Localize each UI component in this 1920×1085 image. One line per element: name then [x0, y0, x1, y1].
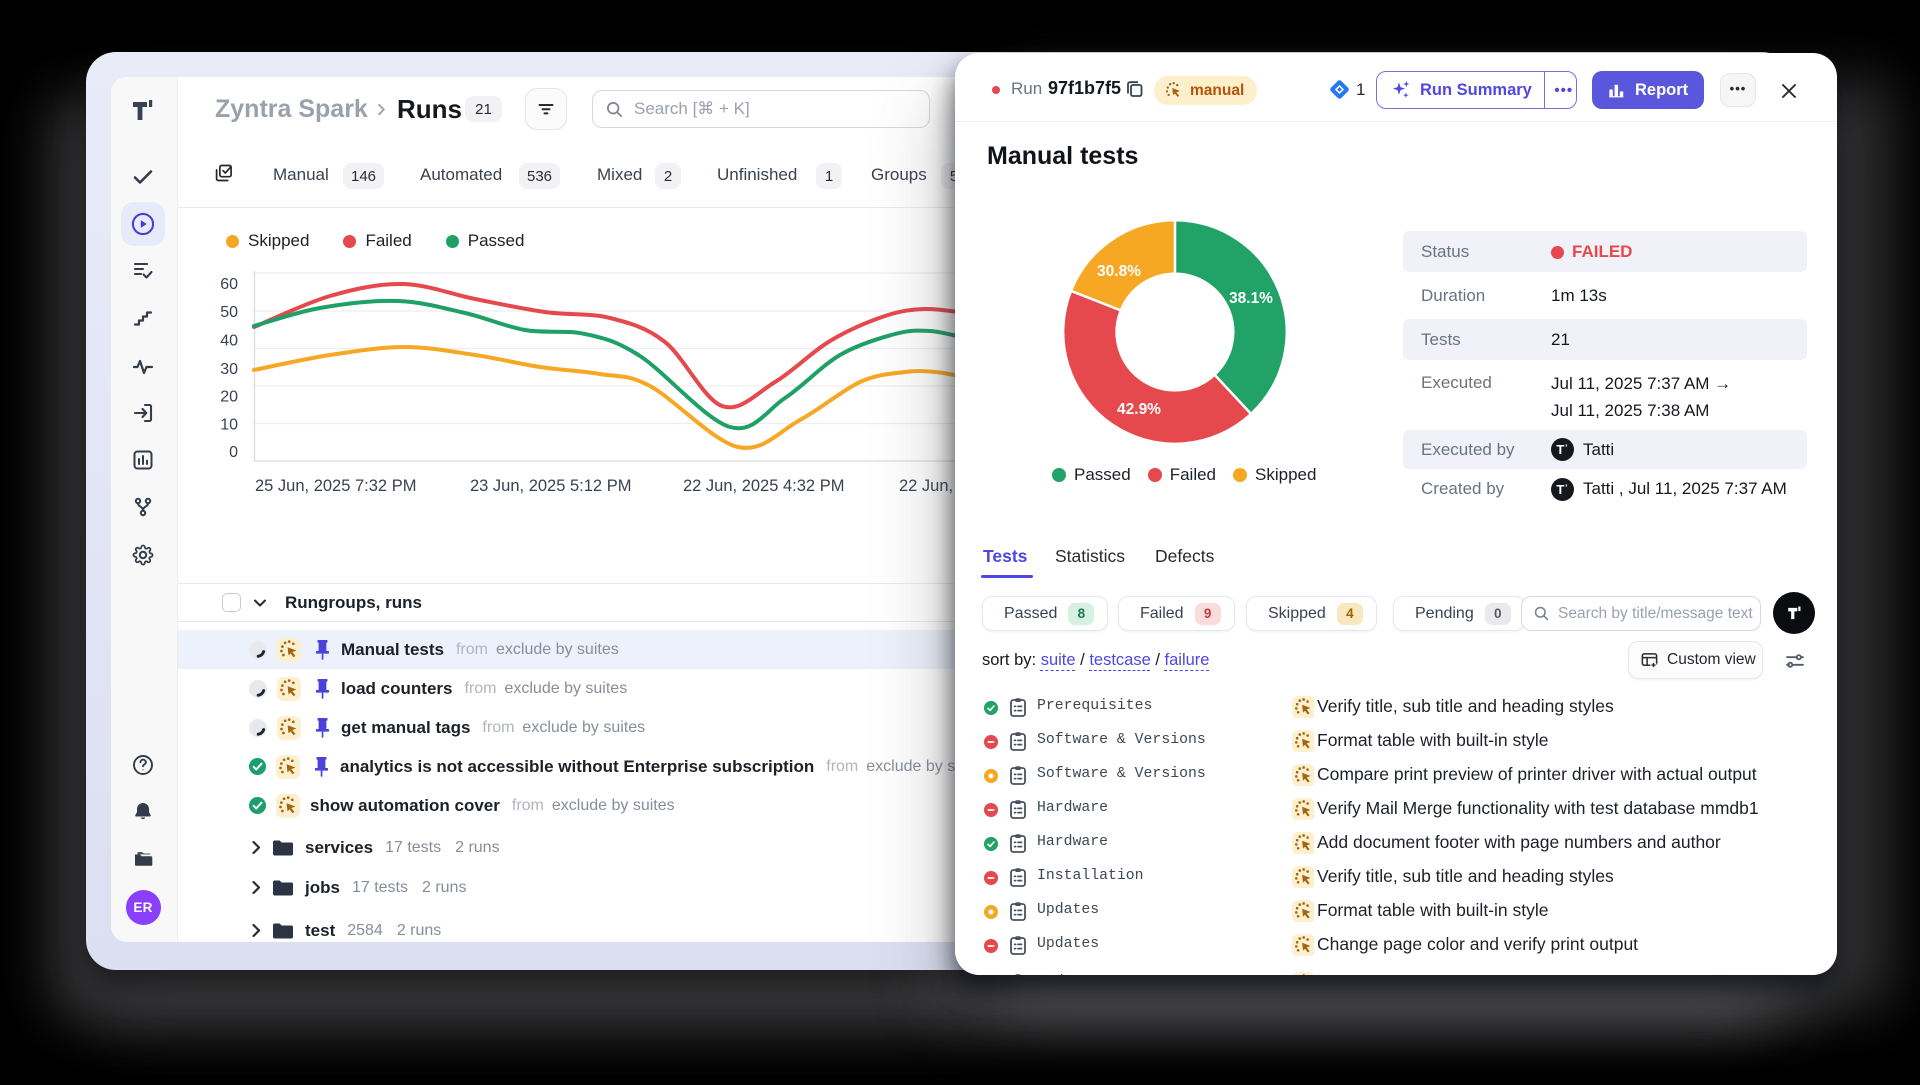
svg-text:40: 40 [220, 333, 238, 350]
svg-text:42.9%: 42.9% [1117, 401, 1161, 418]
svg-text:30.8%: 30.8% [1097, 263, 1141, 280]
svg-text:0: 0 [229, 444, 238, 461]
svg-text:38.1%: 38.1% [1229, 290, 1273, 307]
svg-text:20: 20 [220, 389, 238, 406]
svg-text:50: 50 [220, 304, 238, 321]
svg-text:10: 10 [220, 417, 238, 434]
svg-text:60: 60 [220, 276, 238, 293]
svg-text:30: 30 [220, 361, 238, 378]
